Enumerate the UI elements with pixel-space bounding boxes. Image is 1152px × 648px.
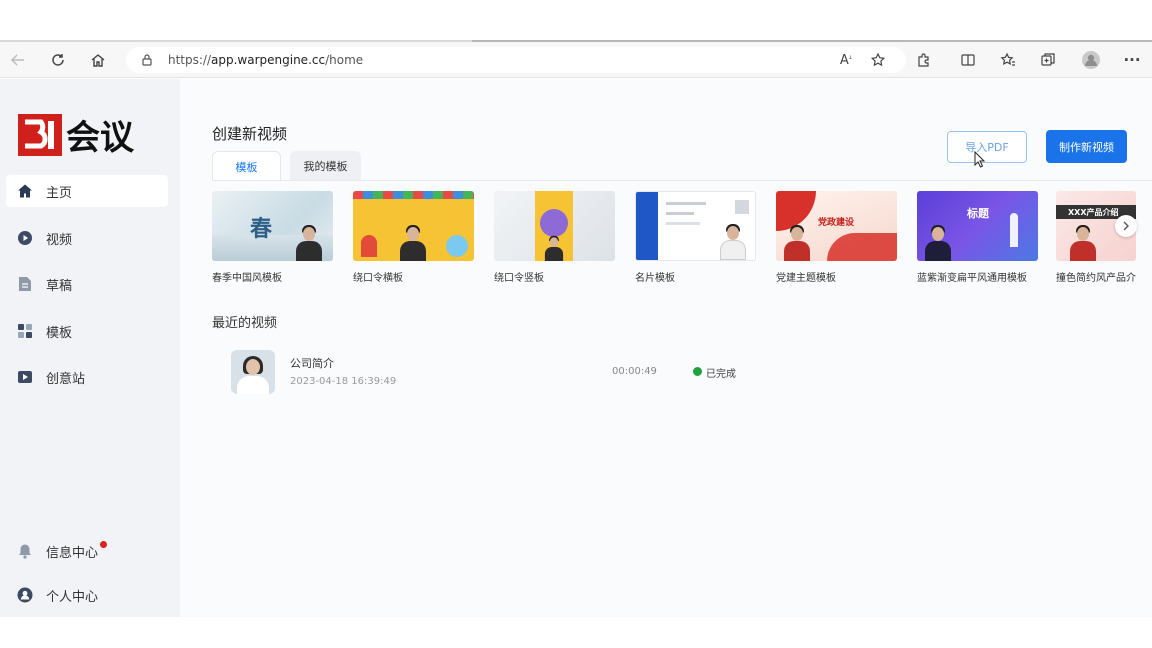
video-thumbnail bbox=[231, 350, 275, 394]
sidebar-item-messages[interactable]: 信息中心 bbox=[6, 535, 168, 567]
sidebar-item-label: 草稿 bbox=[46, 278, 73, 294]
profile-icon[interactable] bbox=[1081, 50, 1101, 70]
chevron-right-icon[interactable] bbox=[1115, 215, 1137, 237]
template-card[interactable]: 党政建设 党建主题模板 bbox=[776, 191, 897, 284]
sidebar-item-profile[interactable]: 个人中心 bbox=[6, 579, 168, 611]
import-pdf-button[interactable]: 导入PDF bbox=[947, 131, 1027, 163]
template-label: 绕口令横板 bbox=[353, 273, 403, 284]
sidebar-item-label: 个人中心 bbox=[46, 589, 99, 605]
video-name: 公司简介 bbox=[290, 357, 334, 370]
user-icon bbox=[16, 586, 34, 604]
split-screen-icon[interactable] bbox=[958, 50, 978, 70]
sidebar-item-label: 模板 bbox=[46, 325, 73, 341]
bottom-strip bbox=[0, 617, 1152, 648]
notification-badge bbox=[100, 541, 107, 548]
template-label: 撞色简约风产品介 bbox=[1056, 273, 1136, 284]
template-label: 蓝紫渐变扁平风通用模板 bbox=[917, 273, 1027, 284]
sidebar-item-label: 信息中心 bbox=[46, 545, 99, 561]
mouse-cursor-icon bbox=[974, 150, 986, 169]
lock-icon[interactable] bbox=[137, 50, 157, 70]
more-icon[interactable]: ··· bbox=[1122, 50, 1142, 70]
main-content: 创建新视频 模板 我的模板 导入PDF 制作新视频 春 春季中国风模板 绕口令横… bbox=[180, 79, 1152, 617]
collections-icon[interactable] bbox=[1038, 50, 1058, 70]
logo[interactable]: 会议 bbox=[18, 112, 158, 158]
svg-text:会议: 会议 bbox=[66, 118, 135, 158]
tab-my-templates[interactable]: 我的模板 bbox=[290, 151, 361, 181]
play-icon bbox=[16, 229, 34, 247]
new-video-button[interactable]: 制作新视频 bbox=[1046, 130, 1127, 163]
video-duration: 00:00:49 bbox=[612, 366, 657, 377]
extensions-icon[interactable] bbox=[914, 50, 934, 70]
read-aloud-icon[interactable]: Aꜜ bbox=[836, 50, 856, 70]
sidebar-item-creative[interactable]: 创意站 bbox=[6, 361, 168, 393]
sidebar-item-label: 主页 bbox=[46, 185, 73, 201]
sidebar: 会议 主页 视频 草稿 模板 创意站 信息中心 个人中心 bbox=[0, 79, 180, 617]
page-title: 创建新视频 bbox=[212, 125, 288, 143]
recent-videos-title: 最近的视频 bbox=[212, 316, 278, 331]
bell-icon bbox=[16, 542, 34, 560]
home-icon[interactable] bbox=[88, 50, 108, 70]
top-strip bbox=[0, 0, 1152, 42]
template-label: 春季中国风模板 bbox=[212, 273, 282, 284]
template-thumbnail bbox=[494, 191, 615, 261]
home-icon bbox=[16, 182, 34, 200]
favorites-icon[interactable] bbox=[998, 50, 1018, 70]
template-card[interactable]: 绕口令竖板 bbox=[494, 191, 615, 284]
creative-icon bbox=[16, 368, 34, 386]
template-card[interactable]: 春 春季中国风模板 bbox=[212, 191, 333, 284]
app: 会议 主页 视频 草稿 模板 创意站 信息中心 个人中心 创建新视频 模板 我的… bbox=[0, 79, 1152, 617]
tab-templates[interactable]: 模板 bbox=[212, 151, 281, 181]
favorite-add-icon[interactable] bbox=[868, 50, 888, 70]
template-card[interactable]: 名片模板 bbox=[635, 191, 756, 284]
template-thumbnail: 党政建设 bbox=[776, 191, 897, 261]
template-thumbnail: 春 bbox=[212, 191, 333, 261]
template-label: 名片模板 bbox=[635, 273, 675, 284]
sidebar-item-label: 视频 bbox=[46, 232, 73, 248]
sidebar-item-templates[interactable]: 模板 bbox=[6, 315, 168, 347]
status-badge: 已完成 bbox=[706, 369, 736, 380]
tab-divider bbox=[212, 180, 1152, 181]
template-thumbnail: 标题 bbox=[917, 191, 1038, 261]
status-dot-icon bbox=[693, 367, 702, 376]
back-icon[interactable] bbox=[8, 50, 28, 70]
template-card[interactable]: 绕口令横板 bbox=[353, 191, 474, 284]
template-label: 党建主题模板 bbox=[776, 273, 836, 284]
draft-icon bbox=[16, 275, 34, 293]
template-label: 绕口令竖板 bbox=[494, 273, 544, 284]
video-date: 2023-04-18 16:39:49 bbox=[290, 376, 397, 387]
template-card[interactable]: XXX产品介绍 撞色简约风产品介 bbox=[1056, 191, 1136, 291]
sidebar-item-label: 创意站 bbox=[46, 371, 86, 387]
url-text[interactable]: https://app.warpengine.cc/home bbox=[168, 53, 363, 67]
sidebar-item-home[interactable]: 主页 bbox=[6, 175, 168, 207]
browser-toolbar: https://app.warpengine.cc/home Aꜜ ··· bbox=[0, 42, 1152, 78]
template-thumbnail bbox=[635, 191, 756, 261]
template-card[interactable]: 标题 蓝紫渐变扁平风通用模板 bbox=[917, 191, 1038, 284]
sidebar-item-drafts[interactable]: 草稿 bbox=[6, 268, 168, 300]
refresh-icon[interactable] bbox=[48, 50, 68, 70]
template-thumbnail bbox=[353, 191, 474, 261]
template-icon bbox=[16, 322, 34, 340]
sidebar-item-videos[interactable]: 视频 bbox=[6, 222, 168, 254]
video-row[interactable]: 公司简介 2023-04-18 16:39:49 00:00:49 已完成 bbox=[212, 343, 1142, 403]
